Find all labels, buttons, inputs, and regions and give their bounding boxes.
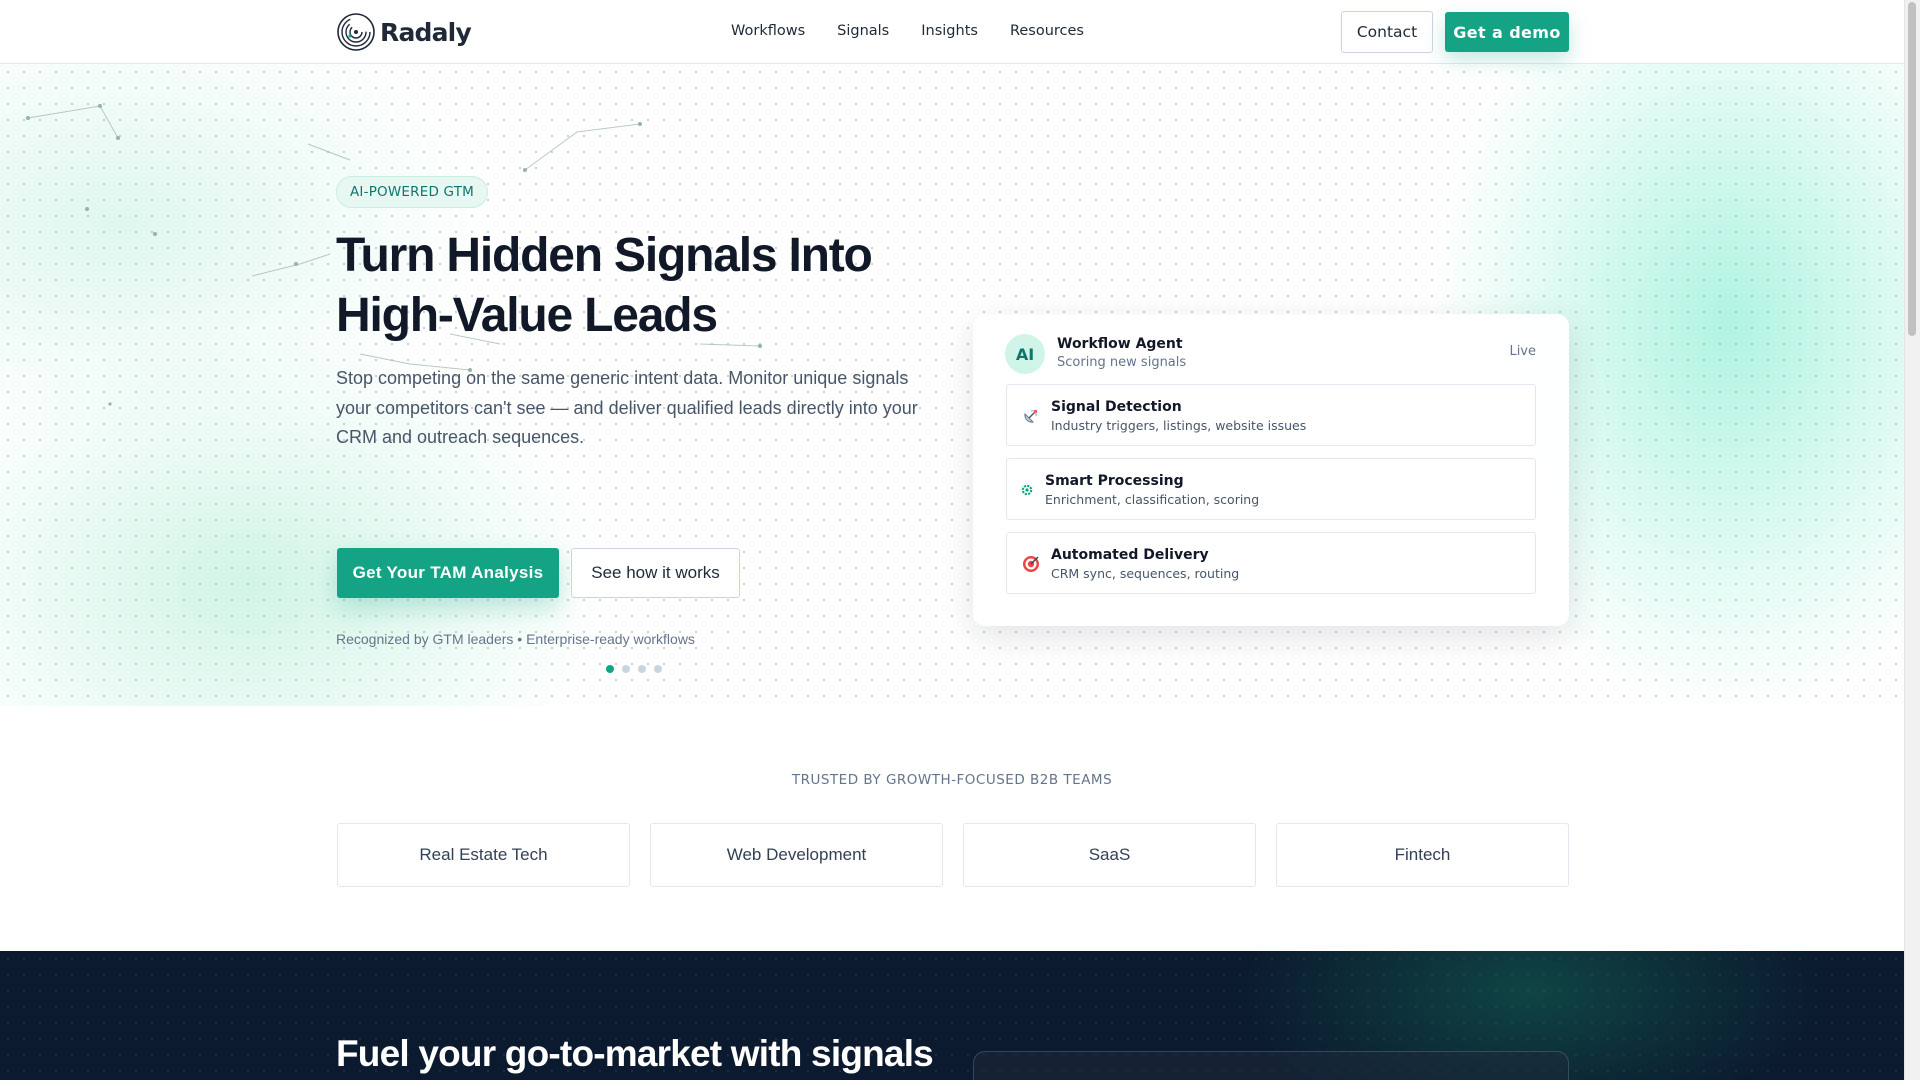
- nav-item-signals[interactable]: Signals: [837, 23, 889, 39]
- step-title: Signal Detection: [1051, 399, 1182, 415]
- signals-preview-panel: [973, 1051, 1569, 1080]
- step-description: CRM sync, sequences, routing: [1051, 566, 1240, 581]
- hero-title-line-2: High-Value Leads: [336, 289, 718, 342]
- satellite-dish-icon: [1021, 406, 1041, 426]
- industry-card-fintech: Fintech: [1276, 823, 1569, 887]
- network-lines-decoration: [26, 104, 762, 406]
- ai-powered-badge: AI-POWERED GTM: [336, 176, 489, 208]
- agent-status: Scoring new signals: [1057, 355, 1187, 370]
- step-description: Industry triggers, listings, website iss…: [1051, 418, 1307, 433]
- brand-name: Radaly: [380, 17, 472, 47]
- carousel-dot-3[interactable]: [638, 665, 646, 673]
- dark-dot-grid-background: [0, 951, 1904, 1080]
- target-icon: [1021, 554, 1041, 574]
- step-smart-processing[interactable]: Smart Processing Enrichment, classificat…: [1006, 458, 1536, 520]
- radar-logo-icon: [337, 13, 375, 51]
- signals-section: Fuel your go-to-market with signals: [0, 951, 1904, 1080]
- carousel-dot-1[interactable]: [606, 665, 614, 673]
- top-navigation-bar: Radaly Workflows Signals Insights Resour…: [0, 0, 1904, 64]
- hero-title-line-1: Turn Hidden Signals Into: [336, 229, 873, 282]
- live-status-label: Live: [1509, 344, 1536, 359]
- trusted-by-label: TRUSTED BY GROWTH-FOCUSED B2B TEAMS: [791, 772, 1113, 788]
- main-nav: Workflows Signals Insights Resources: [731, 23, 1084, 39]
- contact-button[interactable]: Contact: [1341, 11, 1433, 53]
- nav-item-insights[interactable]: Insights: [921, 23, 978, 39]
- workflow-agent-card: AI Workflow Agent Scoring new signals Li…: [973, 314, 1569, 626]
- recognition-text: Recognized by GTM leaders • Enterprise-r…: [336, 631, 695, 647]
- signals-section-title: Fuel your go-to-market with signals: [336, 1033, 934, 1074]
- carousel-dots: [606, 665, 662, 673]
- hero-subtitle: Stop competing on the same generic inten…: [336, 368, 918, 447]
- step-automated-delivery[interactable]: Automated Delivery CRM sync, sequences, …: [1006, 532, 1536, 594]
- get-demo-button[interactable]: Get a demo: [1445, 12, 1569, 52]
- agent-avatar: AI: [1005, 334, 1045, 374]
- nav-item-resources[interactable]: Resources: [1010, 23, 1084, 39]
- industry-card-web-development: Web Development: [650, 823, 943, 887]
- hero-title: Turn Hidden Signals Into High-Value Lead…: [336, 226, 956, 346]
- see-how-it-works-button[interactable]: See how it works: [571, 548, 740, 598]
- step-signal-detection[interactable]: Signal Detection Industry triggers, list…: [1006, 384, 1536, 446]
- carousel-dot-4[interactable]: [654, 665, 662, 673]
- step-title: Smart Processing: [1045, 473, 1184, 489]
- step-title: Automated Delivery: [1051, 547, 1209, 563]
- industry-card-saas: SaaS: [963, 823, 1256, 887]
- scrollbar-thumb[interactable]: [1908, 2, 1916, 336]
- brand-logo-link[interactable]: Radaly: [336, 12, 472, 52]
- hero-section: AI-POWERED GTM Turn Hidden Signals Into …: [0, 64, 1904, 706]
- get-tam-analysis-button[interactable]: Get Your TAM Analysis: [337, 548, 559, 598]
- nav-item-workflows[interactable]: Workflows: [731, 23, 805, 39]
- gear-icon: [1017, 480, 1037, 500]
- agent-title: Workflow Agent: [1057, 336, 1183, 352]
- industry-card-real-estate-tech: Real Estate Tech: [337, 823, 630, 887]
- carousel-dot-2[interactable]: [622, 665, 630, 673]
- step-description: Enrichment, classification, scoring: [1045, 492, 1260, 507]
